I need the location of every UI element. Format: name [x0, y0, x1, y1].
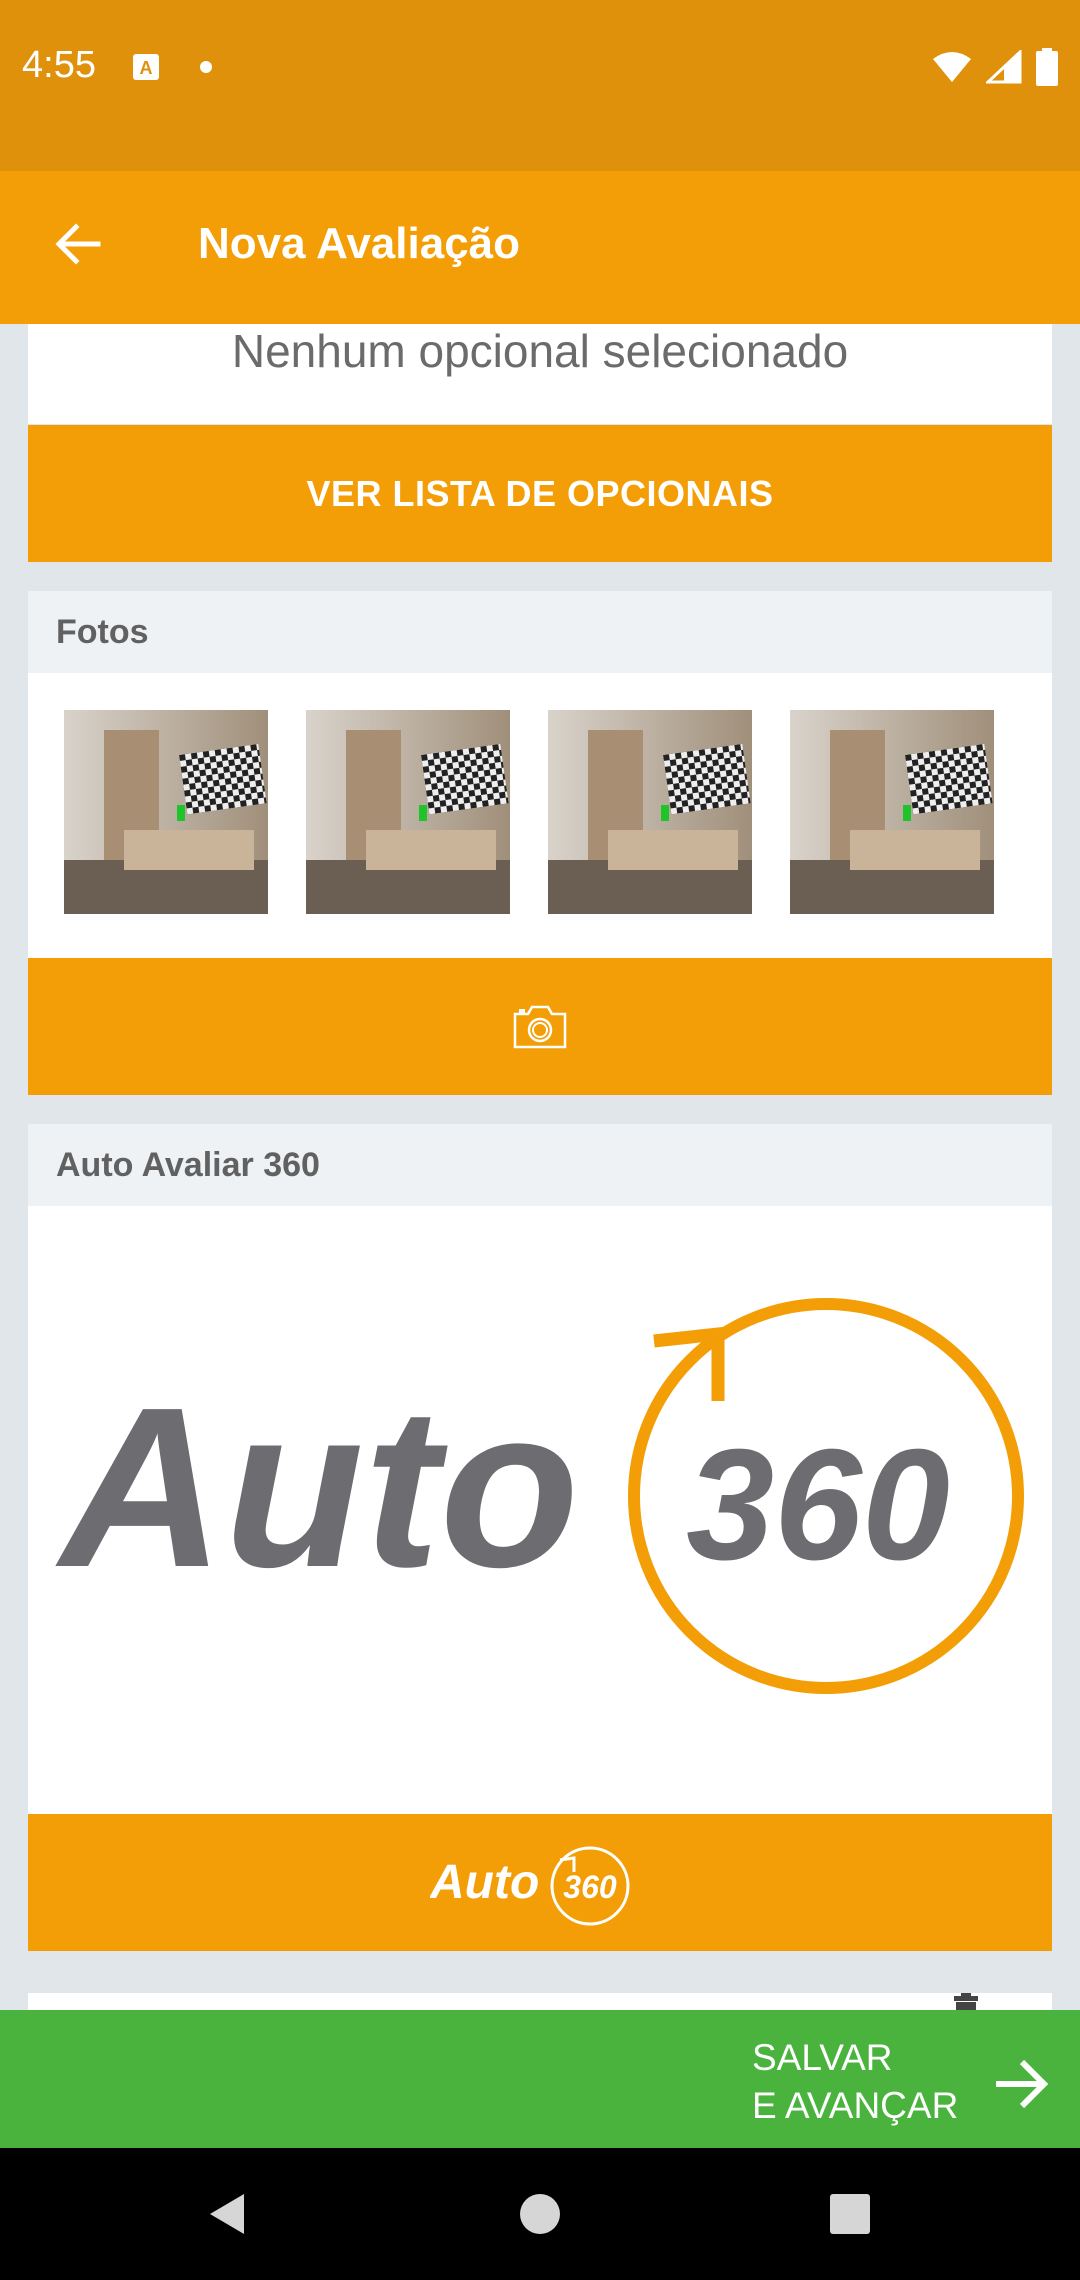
- back-arrow-icon[interactable]: [52, 219, 102, 269]
- signal-icon: [986, 50, 1022, 84]
- save-line-1: SALVAR: [752, 2037, 893, 2078]
- photo-thumbnail[interactable]: [306, 710, 510, 914]
- system-nav-bar: [0, 2148, 1080, 2280]
- button-logo-word: Auto: [430, 1856, 539, 1909]
- auto360-logo: Auto 360: [28, 1206, 1052, 1812]
- next-card-edge: [28, 1993, 1052, 2010]
- photos-title: Fotos: [28, 591, 1052, 673]
- notification-a-icon: A: [133, 54, 159, 80]
- auto360-logo-image: Auto 360: [55, 1298, 1024, 1694]
- page-title: Nova Avaliação: [198, 219, 521, 268]
- auto360-card: Auto Avaliar 360 Auto 360 Auto 360: [28, 1124, 1052, 1951]
- arrow-right-icon: [996, 2059, 1049, 2109]
- auto360-button-logo: Auto 360: [430, 1846, 630, 1925]
- nav-home-icon[interactable]: [519, 2193, 561, 2235]
- status-time: 4:55: [22, 44, 96, 86]
- photo-image: [790, 710, 994, 914]
- battery-icon: [1036, 48, 1058, 86]
- optional-empty-label: Nenhum opcional selecionado: [231, 325, 849, 377]
- trash-icon[interactable]: [946, 1993, 986, 2010]
- logo-number: 360: [686, 1417, 950, 1593]
- view-options-button[interactable]: VER LISTA DE OPCIONAIS: [28, 425, 1052, 562]
- auto360-button[interactable]: Auto 360: [28, 1814, 1052, 1951]
- camera-button[interactable]: [28, 958, 1052, 1095]
- photos-row: [28, 673, 1052, 950]
- nav-recents-icon[interactable]: [829, 2193, 871, 2235]
- optional-empty-text: Nenhum opcional selecionado: [28, 324, 1052, 424]
- photo-thumbnail[interactable]: [64, 710, 268, 914]
- photos-card: Fotos: [28, 591, 1052, 1095]
- auto360-title: Auto Avaliar 360: [28, 1124, 1052, 1206]
- save-continue-button[interactable]: SALVAR E AVANÇAR: [0, 2010, 1080, 2148]
- wifi-icon: [933, 52, 971, 82]
- camera-icon: [513, 1005, 567, 1048]
- svg-text:A: A: [140, 58, 153, 78]
- button-logo-number: 360: [563, 1869, 617, 1905]
- logo-word: Auto: [55, 1361, 579, 1615]
- photo-thumbnail[interactable]: [548, 710, 752, 914]
- photo-image: [548, 710, 752, 914]
- nav-back-icon[interactable]: [206, 2192, 246, 2236]
- photo-thumbnail[interactable]: [790, 710, 994, 914]
- status-icons: [932, 48, 1058, 86]
- app-bar: Nova Avaliação: [0, 171, 1080, 324]
- photo-image: [306, 710, 510, 914]
- save-line-2: E AVANÇAR: [752, 2085, 959, 2126]
- status-bar: 4:55 A: [0, 0, 1080, 171]
- save-continue-label: SALVAR E AVANÇAR: [752, 2034, 958, 2130]
- view-options-label: VER LISTA DE OPCIONAIS: [306, 472, 774, 514]
- notification-dot-icon: [200, 61, 212, 73]
- photo-image: [64, 710, 268, 914]
